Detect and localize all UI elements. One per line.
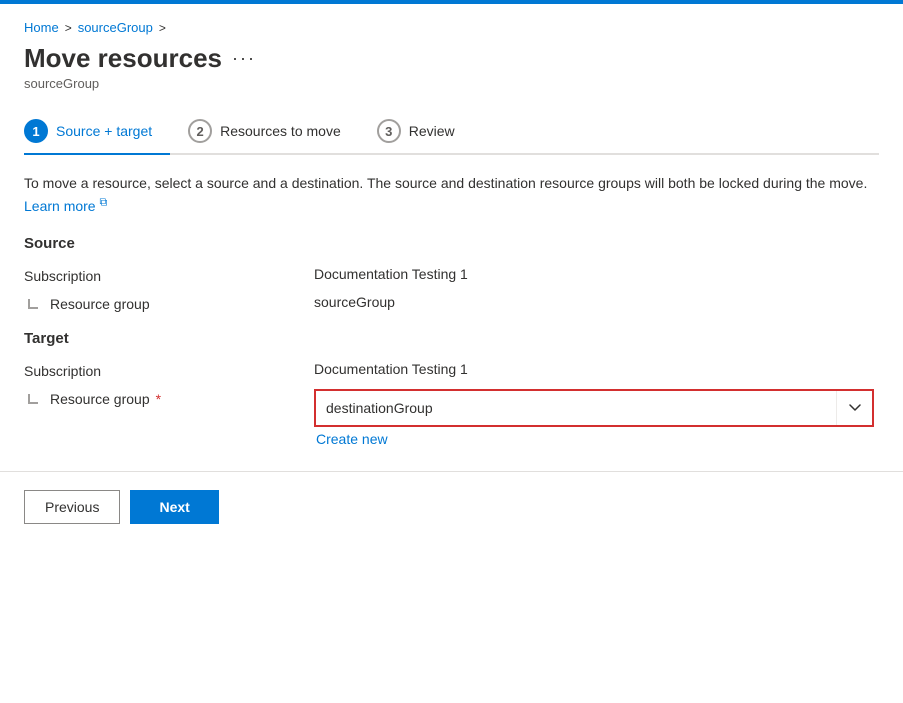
target-subscription-value: Documentation Testing 1 [314, 361, 468, 377]
footer-divider [0, 471, 903, 472]
step-resources-to-move[interactable]: 2 Resources to move [170, 109, 359, 153]
step-review[interactable]: 3 Review [359, 109, 473, 153]
target-resourcegroup-row: Resource group * Create new [24, 389, 879, 447]
more-options-icon[interactable]: ··· [232, 48, 256, 69]
source-rg-value: sourceGroup [314, 294, 395, 310]
l-shape-connector-target [28, 394, 38, 404]
source-resourcegroup-row: Resource group sourceGroup [24, 294, 879, 312]
dropdown-chevron-icon[interactable] [836, 391, 872, 425]
target-rg-label: Resource group * [24, 389, 314, 407]
source-section-header: Source [24, 235, 879, 252]
target-subscription-row: Subscription Documentation Testing 1 [24, 361, 879, 379]
breadcrumb-home[interactable]: Home [24, 20, 59, 35]
breadcrumb: Home > sourceGroup > [24, 20, 879, 35]
step-3-circle: 3 [377, 119, 401, 143]
learn-more-link[interactable]: Learn more ⧉ [24, 198, 107, 214]
external-link-icon: ⧉ [99, 196, 107, 208]
source-subscription-value: Documentation Testing 1 [314, 266, 468, 282]
target-section-header: Target [24, 330, 879, 347]
steps-nav: 1 Source + target 2 Resources to move 3 … [24, 109, 879, 155]
page-title: Move resources [24, 43, 222, 74]
breadcrumb-sourcegroup[interactable]: sourceGroup [78, 20, 153, 35]
step-2-label: Resources to move [220, 123, 341, 139]
source-subscription-row: Subscription Documentation Testing 1 [24, 266, 879, 284]
target-subscription-label: Subscription [24, 361, 314, 379]
step-source-target[interactable]: 1 Source + target [24, 109, 170, 155]
create-new-link[interactable]: Create new [314, 431, 874, 447]
source-rg-label: Resource group [24, 294, 314, 312]
target-rg-dropdown-container [314, 389, 874, 427]
step-2-circle: 2 [188, 119, 212, 143]
target-rg-input[interactable] [316, 392, 836, 424]
previous-button[interactable]: Previous [24, 490, 120, 524]
footer-actions: Previous Next [0, 490, 903, 544]
step-1-label: Source + target [56, 123, 152, 139]
step-1-circle: 1 [24, 119, 48, 143]
page-subtitle: sourceGroup [24, 76, 879, 91]
breadcrumb-sep-1: > [65, 21, 72, 35]
breadcrumb-sep-2: > [159, 21, 166, 35]
next-button[interactable]: Next [130, 490, 218, 524]
info-paragraph: To move a resource, select a source and … [24, 173, 879, 217]
step-3-label: Review [409, 123, 455, 139]
l-shape-connector [28, 299, 38, 309]
required-indicator: * [156, 391, 161, 407]
source-subscription-label: Subscription [24, 266, 314, 284]
target-rg-dropdown-wrapper: Create new [314, 389, 874, 447]
